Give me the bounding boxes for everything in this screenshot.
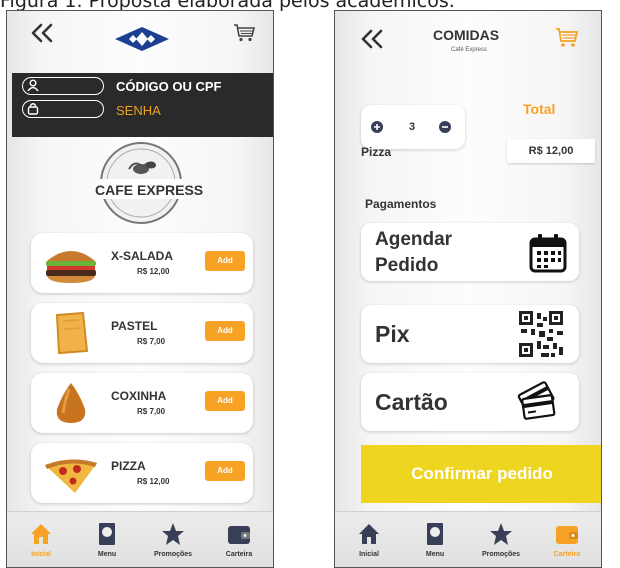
home-icon [31, 524, 51, 544]
nav-item-promocoes[interactable]: Promoções [145, 512, 201, 567]
minus-icon[interactable] [439, 121, 451, 133]
product-price: R$ 12,00 [137, 477, 170, 486]
nav-label: Inicial [31, 551, 51, 558]
total-label: Total [523, 101, 556, 117]
add-pastel-button[interactable]: Add [205, 321, 245, 341]
brand-name: CAFE EXPRESS [95, 182, 204, 198]
calendar-icon [529, 234, 567, 273]
password-field-label: SENHA [116, 103, 161, 118]
star-icon [490, 523, 512, 545]
nav-item-inicial[interactable]: Inicial [341, 512, 397, 567]
page-subtitle: Café Express [451, 47, 488, 53]
payment-label-line-2: Pedido [375, 255, 439, 276]
product-name: COXINHA [111, 389, 167, 403]
product-name: X-SALADA [111, 249, 173, 263]
double-chevron-left-icon[interactable] [359, 29, 385, 49]
product-card-pastel: PASTEL R$ 7,00 Add [31, 303, 253, 363]
payment-option-cartao[interactable]: Cartão [361, 373, 579, 431]
burger-icon [46, 251, 96, 283]
wallet-icon [556, 526, 578, 544]
nav-label: Carteira [225, 551, 253, 558]
product-card-x-salada: X-SALADA R$ 12,00 Add [31, 233, 253, 293]
product-price: R$ 7,00 [137, 337, 166, 346]
page-title: COMIDAS [433, 27, 500, 43]
nav-label: Inicial [359, 551, 379, 558]
nav-item-inicial[interactable]: Inicial [13, 512, 69, 567]
wallet-icon [228, 526, 250, 544]
plus-icon[interactable] [371, 121, 383, 133]
payment-option-agendar-pedido[interactable]: Agendar Pedido [361, 223, 579, 281]
payments-title: Pagamentos [365, 197, 437, 211]
home-icon [359, 524, 379, 544]
quantity-value: 3 [409, 121, 416, 133]
quantity-stepper: 3 [361, 105, 465, 149]
nav-label: Menu [425, 551, 445, 558]
add-coxinha-button[interactable]: Add [205, 391, 245, 411]
nav-label: Menu [97, 551, 117, 558]
payment-option-pix[interactable]: Pix [361, 305, 579, 363]
pastel-icon [55, 311, 89, 355]
nav-label: Promoções [153, 551, 193, 558]
product-price: R$ 7,00 [137, 407, 166, 416]
product-card-coxinha: COXINHA R$ 7,00 Add [31, 373, 253, 433]
lock-icon [27, 103, 39, 115]
order-screen: COMIDAS Café Express 3 Total Pizza R$ 12… [334, 10, 602, 568]
nav-label: Carteira [553, 551, 581, 558]
cart-icon[interactable] [555, 27, 579, 49]
nav-item-menu[interactable]: Menu [79, 512, 135, 567]
user-icon [27, 79, 39, 92]
user-field-label: CÓDIGO OU CPF [116, 79, 222, 94]
confirm-order-button[interactable]: Confirmar pedido [361, 445, 601, 503]
product-card-pizza: PIZZA R$ 12,00 Add [31, 443, 253, 503]
pizza-icon [45, 459, 97, 493]
payment-label: Pix [375, 321, 410, 347]
nav-label: Promoções [481, 551, 521, 558]
nav-item-carteira[interactable]: Carteira [539, 512, 595, 567]
menu-icon [427, 523, 443, 545]
item-name: Pizza [361, 145, 392, 159]
home-screen: CÓDIGO OU CPF SENHA CAFE EXPRESS X-SALAD… [6, 10, 274, 568]
nav-item-menu[interactable]: Menu [407, 512, 463, 567]
cart-icon[interactable] [233, 23, 255, 43]
bottom-nav: Inicial Menu Promoções Carteira [335, 511, 601, 567]
item-price: R$ 12,00 [507, 139, 595, 163]
menu-icon [99, 523, 115, 545]
nav-item-carteira[interactable]: Carteira [211, 512, 267, 567]
qr-code-icon [519, 311, 563, 357]
coxinha-icon [56, 383, 86, 423]
payment-label-line-1: Agendar [375, 229, 453, 250]
cards-icon [517, 381, 556, 420]
login-panel: CÓDIGO OU CPF SENHA [12, 73, 273, 137]
add-x-salada-button[interactable]: Add [205, 251, 245, 271]
double-chevron-left-icon[interactable] [29, 23, 55, 43]
add-pizza-button[interactable]: Add [205, 461, 245, 481]
star-icon [162, 523, 184, 545]
product-price: R$ 12,00 [137, 267, 170, 276]
payment-label: Cartão [375, 389, 448, 415]
product-name: PIZZA [111, 459, 146, 473]
diamond-logo [115, 27, 169, 51]
nav-item-promocoes[interactable]: Promoções [473, 512, 529, 567]
product-name: PASTEL [111, 319, 158, 333]
user-field[interactable] [22, 77, 104, 95]
password-field[interactable] [22, 100, 104, 118]
bottom-nav: Inicial Menu Promoções Carteira [7, 511, 273, 567]
